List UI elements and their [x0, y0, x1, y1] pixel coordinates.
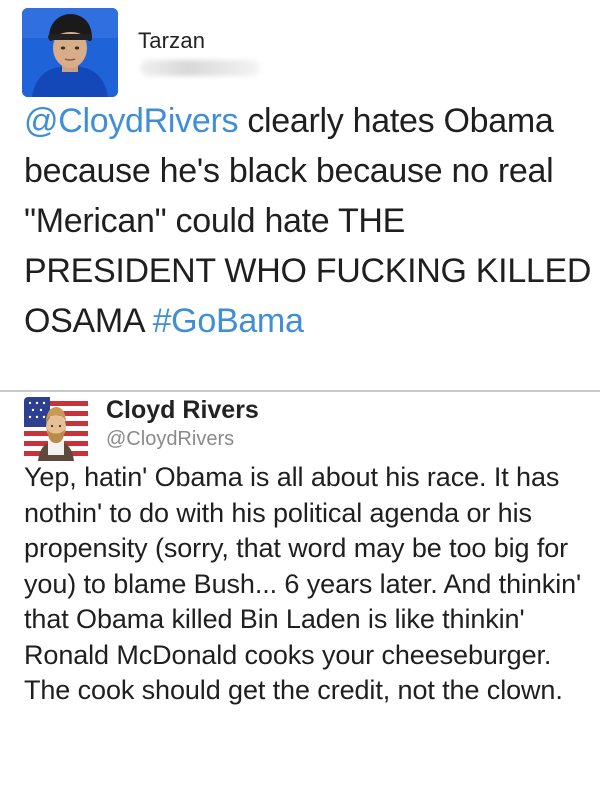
mention-link[interactable]: @CloydRivers: [24, 102, 238, 140]
response-tweet: Cloyd Rivers @CloydRivers Yep, hatin' Ob…: [0, 392, 600, 791]
cloyd-display-name[interactable]: Cloyd Rivers: [106, 396, 259, 425]
tarzan-avatar-photo: [22, 8, 118, 97]
blurred-handle: [140, 60, 260, 76]
cloyd-avatar-flag-illustration: [24, 397, 88, 461]
reply-tweet: Tarzan @CloydRivers clearly hates Obama …: [0, 0, 600, 392]
tarzan-display-name[interactable]: Tarzan: [138, 28, 205, 54]
tarzan-avatar[interactable]: [22, 8, 118, 97]
hashtag-link[interactable]: #GoBama: [153, 302, 304, 340]
cloyd-avatar[interactable]: [24, 397, 88, 461]
tweet1-text: @CloydRivers clearly hates Obama because…: [24, 96, 594, 346]
tweet2-text: Yep, hatin' Obama is all about his race.…: [24, 462, 582, 705]
cloyd-handle[interactable]: @CloydRivers: [106, 428, 234, 451]
